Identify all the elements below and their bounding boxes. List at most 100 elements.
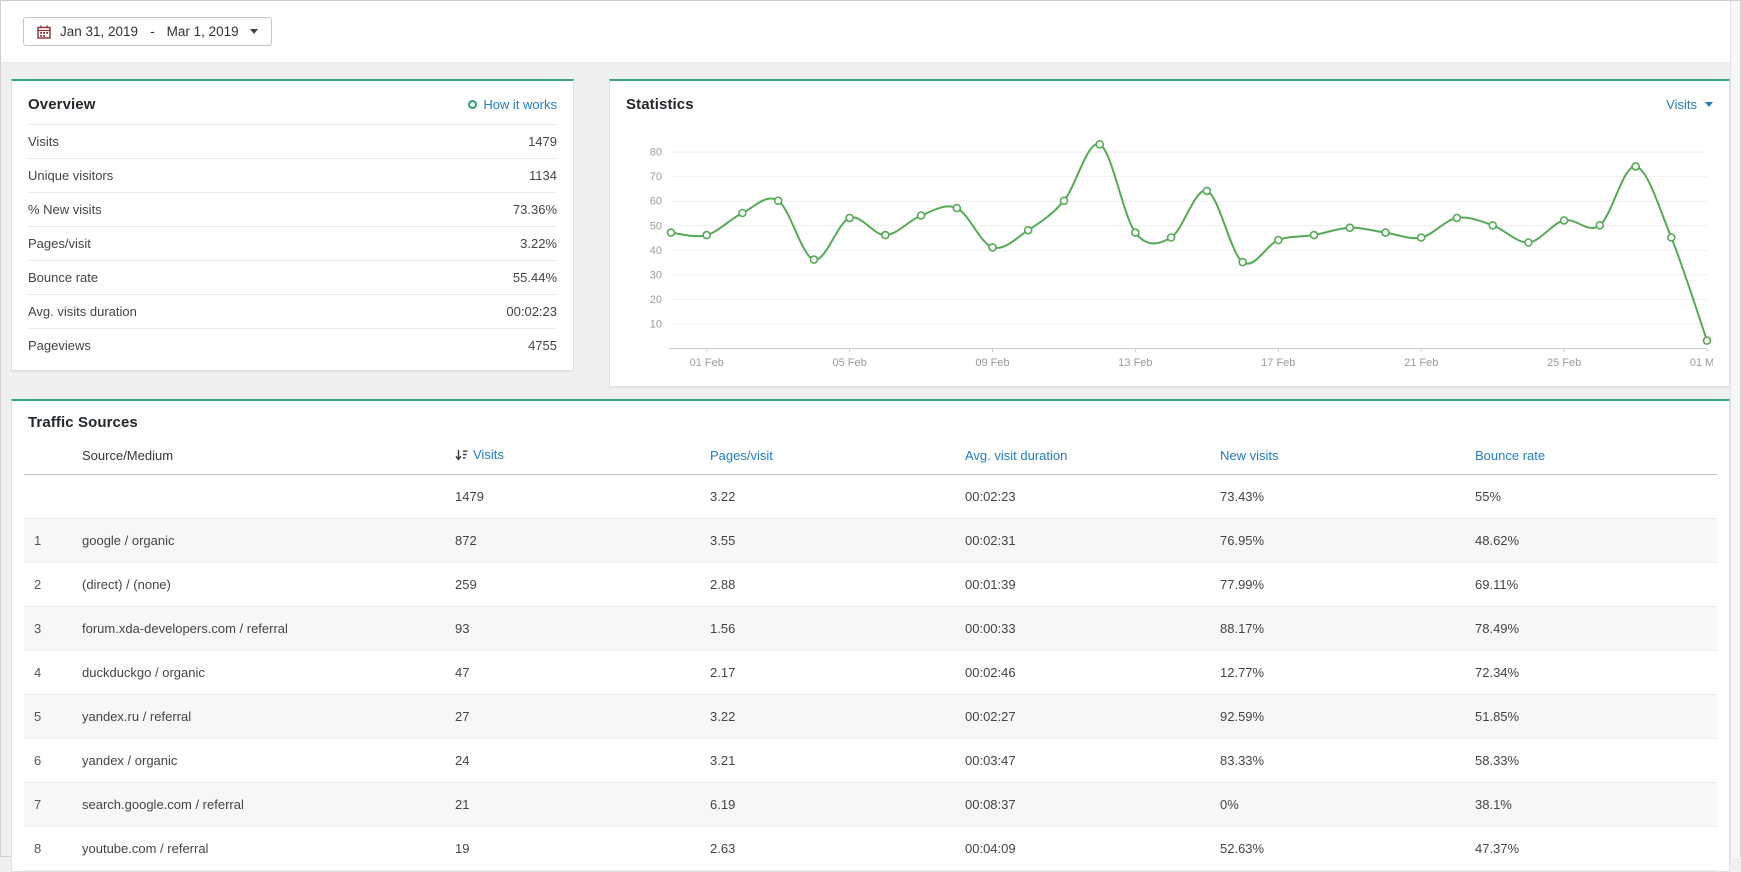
- overview-metric-row: Visits1479: [28, 124, 557, 158]
- value-cell: 2.63: [710, 826, 965, 870]
- value-cell: 38.1%: [1475, 782, 1717, 826]
- value-cell: 19: [455, 826, 710, 870]
- overview-metric-row: Unique visitors 1134: [28, 158, 557, 192]
- value-cell: 1.56: [710, 606, 965, 650]
- value-cell: 51.85%: [1475, 694, 1717, 738]
- table-row: 2(direct) / (none)2592.8800:01:3977.99%6…: [24, 562, 1717, 606]
- value-cell: 3.22: [710, 694, 965, 738]
- column-header-pages-visit[interactable]: Pages/visit: [710, 438, 965, 474]
- svg-text:70: 70: [650, 171, 662, 183]
- svg-text:20: 20: [650, 294, 662, 306]
- value-cell: 27: [455, 694, 710, 738]
- value-cell: 21: [455, 782, 710, 826]
- row-rank-cell: 8: [24, 826, 82, 870]
- value-cell: 6.19: [710, 782, 965, 826]
- how-it-works-link[interactable]: How it works: [468, 97, 557, 112]
- value-cell: 00:02:31: [965, 518, 1220, 562]
- table-row: 4duckduckgo / organic472.1700:02:4612.77…: [24, 650, 1717, 694]
- totals-row: 14793.2200:02:2373.43%55%: [24, 474, 1717, 518]
- metric-value: 3.22%: [520, 236, 557, 251]
- scrollbar-track[interactable]: [1730, 1, 1740, 858]
- totals-value-cell: 00:02:23: [965, 474, 1220, 518]
- value-cell: 00:00:33: [965, 606, 1220, 650]
- value-cell: 3.55: [710, 518, 965, 562]
- overview-metric-row: Pageviews4755: [28, 328, 557, 362]
- overview-metric-row: Pages/visit 3.22%: [28, 226, 557, 260]
- table-row: 5yandex.ru / referral273.2200:02:2792.59…: [24, 694, 1717, 738]
- column-header-visits[interactable]: Visits: [455, 438, 710, 474]
- totals-source-cell: [82, 474, 455, 518]
- overview-panel: Overview How it works Visits1479Unique v…: [11, 79, 574, 371]
- table-row: 1google / organic8723.5500:02:3176.95%48…: [24, 518, 1717, 562]
- value-cell: 77.99%: [1220, 562, 1475, 606]
- totals-value-cell: 55%: [1475, 474, 1717, 518]
- value-cell: 00:02:46: [965, 650, 1220, 694]
- metric-label: Pages/visit: [28, 236, 91, 251]
- main-content: Overview How it works Visits1479Unique v…: [1, 63, 1740, 872]
- value-cell: 93: [455, 606, 710, 650]
- value-cell: 88.17%: [1220, 606, 1475, 650]
- value-cell: 83.33%: [1220, 738, 1475, 782]
- totals-rank-cell: [24, 474, 82, 518]
- value-cell: 259: [455, 562, 710, 606]
- value-cell: 92.59%: [1220, 694, 1475, 738]
- statistics-header: Statistics Visits: [610, 81, 1729, 124]
- column-header-bounce-rate[interactable]: Bounce rate: [1475, 438, 1717, 474]
- date-range-picker[interactable]: Jan 31, 2019 - Mar 1, 2019: [23, 17, 272, 46]
- metric-value: 00:02:23: [506, 304, 557, 319]
- svg-text:01 Feb: 01 Feb: [690, 357, 724, 369]
- svg-text:80: 80: [650, 147, 662, 159]
- metric-value: 55.44%: [513, 270, 557, 285]
- row-rank-cell: 2: [24, 562, 82, 606]
- table-row: 3forum.xda-developers.com / referral931.…: [24, 606, 1717, 650]
- column-header-label: Pages/visit: [710, 448, 773, 463]
- rank-column-header: [24, 438, 82, 474]
- info-circle-icon: [468, 100, 477, 109]
- how-it-works-label: How it works: [483, 97, 557, 112]
- value-cell: 00:01:39: [965, 562, 1220, 606]
- row-rank-cell: 1: [24, 518, 82, 562]
- svg-text:25 Feb: 25 Feb: [1547, 357, 1581, 369]
- top-bar: Jan 31, 2019 - Mar 1, 2019: [1, 1, 1740, 63]
- date-range-end: Mar 1, 2019: [167, 24, 239, 39]
- value-cell: 48.62%: [1475, 518, 1717, 562]
- metric-label: Unique visitors: [28, 168, 113, 183]
- caret-down-icon: [250, 29, 258, 34]
- column-header-avg-visit-duration[interactable]: Avg. visit duration: [965, 438, 1220, 474]
- source-medium-cell: yandex / organic: [82, 738, 455, 782]
- svg-text:60: 60: [650, 196, 662, 208]
- svg-text:13 Feb: 13 Feb: [1118, 357, 1152, 369]
- source-medium-cell: youtube.com / referral: [82, 826, 455, 870]
- chart-metric-dropdown[interactable]: Visits: [1666, 97, 1713, 112]
- totals-value-cell: 1479: [455, 474, 710, 518]
- source-medium-cell: duckduckgo / organic: [82, 650, 455, 694]
- row-rank-cell: 7: [24, 782, 82, 826]
- value-cell: 872: [455, 518, 710, 562]
- overview-metric-row: Avg. visits duration00:02:23: [28, 294, 557, 328]
- overview-header: Overview How it works: [12, 81, 573, 124]
- column-header-label: Bounce rate: [1475, 448, 1545, 463]
- svg-text:01 Mar: 01 Mar: [1690, 357, 1713, 369]
- metric-value: 73.36%: [513, 202, 557, 217]
- svg-text:50: 50: [650, 220, 662, 232]
- svg-text:09 Feb: 09 Feb: [975, 357, 1009, 369]
- row-rank-cell: 3: [24, 606, 82, 650]
- metric-label: % New visits: [28, 202, 102, 217]
- value-cell: 47.37%: [1475, 826, 1717, 870]
- metric-value: 1134: [529, 168, 557, 183]
- overview-title: Overview: [28, 96, 96, 113]
- svg-text:21 Feb: 21 Feb: [1404, 357, 1438, 369]
- source-medium-cell: (direct) / (none): [82, 562, 455, 606]
- column-header-new-visits[interactable]: New visits: [1220, 438, 1475, 474]
- metric-value: 1479: [528, 134, 557, 149]
- analytics-dashboard-page: { "date_picker": { "start": "Jan 31, 201…: [0, 0, 1741, 857]
- svg-text:10: 10: [650, 318, 662, 330]
- value-cell: 69.11%: [1475, 562, 1717, 606]
- column-header-label: Visits: [473, 447, 504, 462]
- date-range-separator: -: [150, 24, 155, 39]
- value-cell: 52.63%: [1220, 826, 1475, 870]
- svg-text:17 Feb: 17 Feb: [1261, 357, 1295, 369]
- value-cell: 76.95%: [1220, 518, 1475, 562]
- statistics-title: Statistics: [626, 96, 694, 113]
- table-row: 7search.google.com / referral216.1900:08…: [24, 782, 1717, 826]
